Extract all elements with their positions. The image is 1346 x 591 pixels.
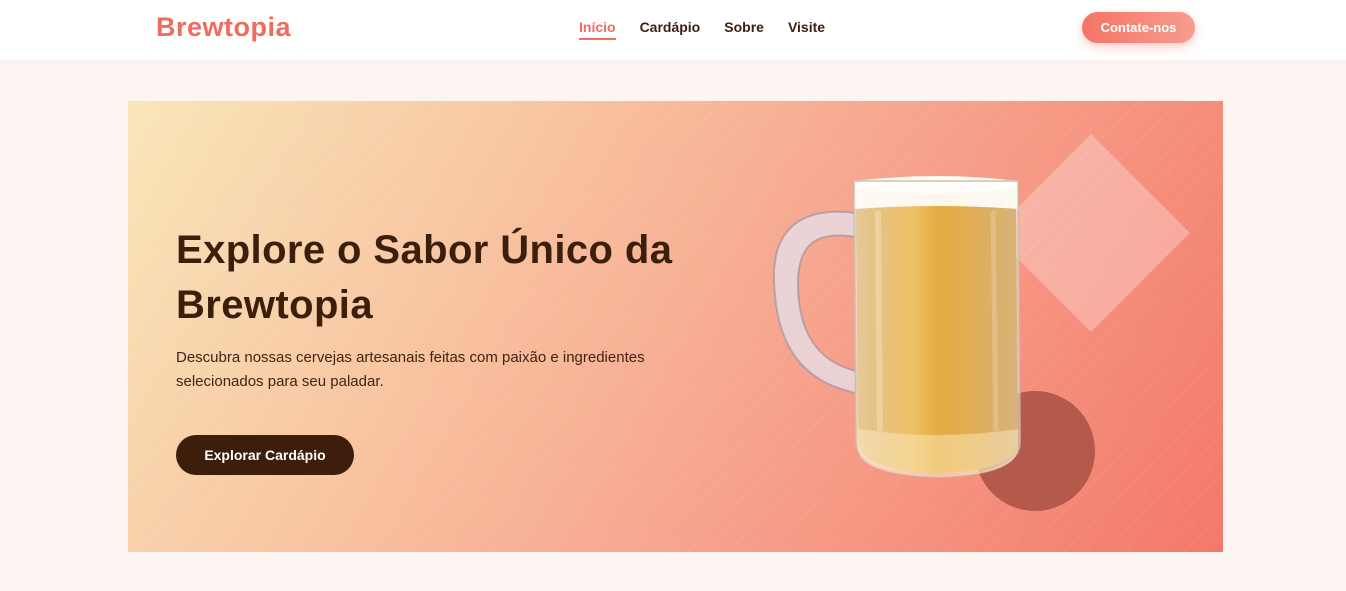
hero-title: Explore o Sabor Único da Brewtopia	[176, 228, 673, 327]
nav-link-inicio[interactable]: Início	[579, 19, 616, 40]
explore-menu-button[interactable]: Explorar Cardápio	[176, 435, 354, 475]
contact-button[interactable]: Contate-nos	[1082, 12, 1195, 43]
main-nav: Início Cardápio Sobre Visite	[579, 19, 825, 40]
hero-subtitle: Descubra nossas cervejas artesanais feit…	[176, 349, 645, 390]
beer-mug-icon	[772, 176, 1022, 479]
nav-link-visite[interactable]: Visite	[788, 19, 825, 40]
top-navbar: Brewtopia Início Cardápio Sobre Visite C…	[0, 0, 1346, 60]
hero-section: Explore o Sabor Único da Brewtopia Descu…	[128, 101, 1223, 552]
brand-logo[interactable]: Brewtopia	[156, 12, 291, 43]
nav-link-sobre[interactable]: Sobre	[724, 19, 764, 40]
nav-link-cardapio[interactable]: Cardápio	[640, 19, 701, 40]
